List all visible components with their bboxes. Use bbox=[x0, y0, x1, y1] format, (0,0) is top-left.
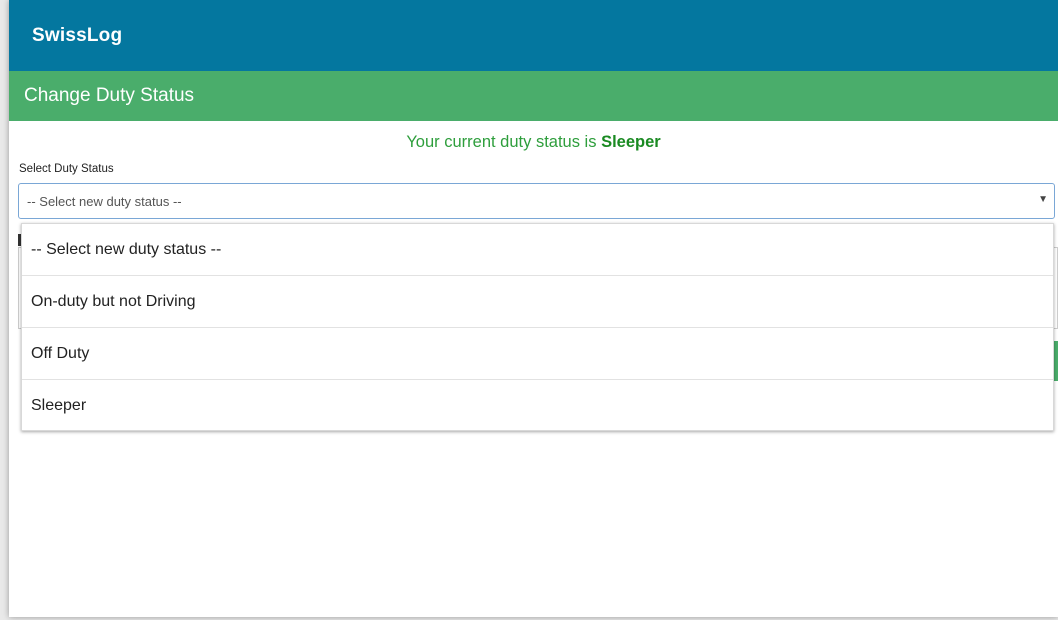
current-status-value: Sleeper bbox=[601, 133, 661, 151]
status-prefix: Your current duty status is bbox=[406, 133, 602, 151]
dropdown-option-sleeper[interactable]: Sleeper bbox=[22, 380, 1053, 432]
app-bar: SwissLog bbox=[9, 0, 1058, 71]
app-title: SwissLog bbox=[32, 24, 123, 46]
page-title: Change Duty Status bbox=[24, 85, 195, 106]
dropdown-option-placeholder[interactable]: -- Select new duty status -- bbox=[22, 224, 1053, 276]
page-header: Change Duty Status bbox=[9, 71, 1058, 121]
dropdown-option-off-duty[interactable]: Off Duty bbox=[22, 328, 1053, 380]
duty-status-label: Select Duty Status bbox=[19, 163, 114, 175]
duty-status-dropdown-list: -- Select new duty status -- On-duty but… bbox=[21, 223, 1054, 431]
current-status-message: Your current duty status is Sleeper bbox=[9, 133, 1058, 155]
app-window: SwissLog Change Duty Status Your current… bbox=[9, 0, 1058, 617]
duty-status-select[interactable]: -- Select new duty status -- ▼ bbox=[18, 183, 1055, 219]
duty-status-select-value: -- Select new duty status -- bbox=[27, 193, 182, 209]
dropdown-arrow-icon: ▼ bbox=[1038, 194, 1048, 205]
dropdown-option-on-duty[interactable]: On-duty but not Driving bbox=[22, 276, 1053, 328]
